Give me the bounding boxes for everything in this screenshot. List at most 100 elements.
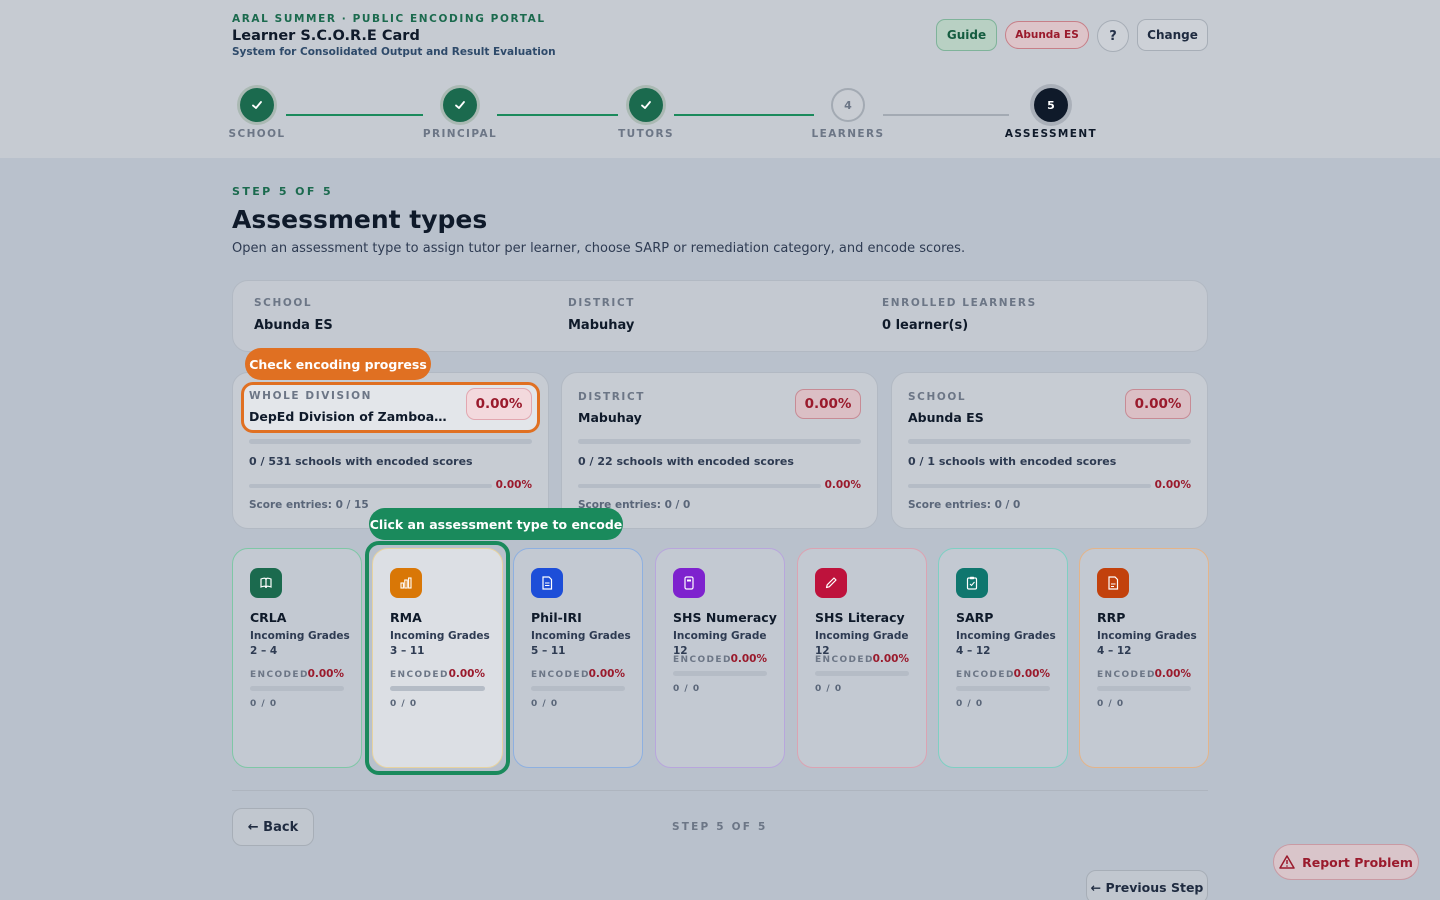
progress-bar bbox=[249, 439, 532, 444]
encoded-percent: 0.00% bbox=[1013, 668, 1050, 680]
guide-button[interactable]: Guide bbox=[936, 19, 997, 51]
step-connector bbox=[497, 114, 618, 116]
progress-card-name: Mabuhay bbox=[578, 410, 642, 425]
report-problem-button[interactable]: Report Problem bbox=[1273, 844, 1419, 880]
tip-check-progress: Check encoding progress bbox=[245, 348, 431, 380]
pencil-icon bbox=[825, 577, 837, 589]
info-district-label: DISTRICT bbox=[568, 297, 636, 309]
encoded-progress-bar bbox=[1097, 686, 1191, 691]
info-enrolled-label: ENROLLED LEARNERS bbox=[882, 297, 1037, 309]
progress-card-school: SCHOOL Abunda ES 0.00% 0 / 1 schools wit… bbox=[891, 372, 1208, 529]
encoded-percent: 0.00% bbox=[872, 653, 909, 665]
info-school: SCHOOL Abunda ES bbox=[254, 297, 333, 333]
step-school-circle[interactable] bbox=[240, 88, 274, 122]
encoded-percent: 0.00% bbox=[1154, 668, 1191, 680]
assessment-grades: Incoming Grades 4 – 12 bbox=[956, 630, 1056, 657]
encoded-label: ENCODED bbox=[673, 655, 732, 665]
assessment-card-sarp[interactable]: SARP Incoming Grades 4 – 12 ENCODED 0.00% 0 … bbox=[938, 548, 1068, 768]
encoded-count: 0 / 0 bbox=[250, 699, 278, 709]
progress-badge: 0.00% bbox=[795, 389, 861, 419]
info-district: DISTRICT Mabuhay bbox=[568, 297, 635, 333]
selected-assessment-highlight bbox=[365, 541, 510, 775]
file-icon-tile bbox=[1097, 568, 1129, 598]
assessment-card-phil-iri[interactable]: Phil-IRI Incoming Grades 5 – 11 ENCODED 0.0… bbox=[513, 548, 643, 768]
assessment-name: RRP bbox=[1097, 610, 1126, 625]
pencil-icon-tile bbox=[815, 568, 847, 598]
encoded-percent: 0.00% bbox=[730, 653, 767, 665]
step-label-school: SCHOOL bbox=[228, 128, 286, 140]
assessment-name: CRLA bbox=[250, 610, 287, 625]
assessment-name: SHS Literacy bbox=[815, 610, 905, 625]
division-progress-highlight[interactable]: WHOLE DIVISION DepEd Division of Zamboan… bbox=[241, 382, 540, 433]
file-icon bbox=[1108, 576, 1119, 590]
progress-bar bbox=[578, 439, 861, 444]
score-entries: Score entries: 0 / 15 bbox=[249, 499, 369, 511]
calculator-icon bbox=[684, 576, 694, 590]
encoded-progress-bar bbox=[956, 686, 1050, 691]
step-connector bbox=[674, 114, 814, 116]
info-enrolled-value: 0 learner(s) bbox=[882, 318, 969, 333]
schools-encoded-count: 0 / 531 schools with encoded scores bbox=[249, 455, 473, 468]
progress-card-label: DISTRICT bbox=[578, 391, 646, 403]
assessment-name: SHS Numeracy bbox=[673, 610, 777, 625]
encoded-count: 0 / 0 bbox=[673, 684, 701, 694]
help-button[interactable]: ? bbox=[1097, 20, 1129, 52]
step-label-principal: PRINCIPAL bbox=[422, 128, 498, 140]
encoded-count: 0 / 0 bbox=[815, 684, 843, 694]
step-learners-circle[interactable]: 4 bbox=[831, 88, 865, 122]
footer-step-count: STEP 5 OF 5 bbox=[672, 821, 768, 833]
progress-percent: 0.00% bbox=[495, 479, 532, 491]
assessment-grades: Incoming Grades 2 – 4 bbox=[250, 630, 350, 657]
progress-card-label: SCHOOL bbox=[908, 391, 967, 403]
assessment-card-crla[interactable]: CRLA Incoming Grades 2 – 4 ENCODED 0.00% 0 /… bbox=[232, 548, 362, 768]
schools-encoded-count: 0 / 1 schools with encoded scores bbox=[908, 455, 1117, 468]
step-assessment-circle[interactable]: 5 bbox=[1034, 88, 1068, 122]
encoded-progress-bar bbox=[250, 686, 344, 691]
progress-bar bbox=[908, 439, 1191, 444]
assessment-name: Phil-IRI bbox=[531, 610, 582, 625]
clipboard-icon bbox=[966, 576, 978, 590]
assessment-grades: Incoming Grades 4 – 12 bbox=[1097, 630, 1197, 657]
step-label-assessment: ASSESSMENT bbox=[1004, 128, 1098, 140]
encoded-percent: 0.00% bbox=[588, 668, 625, 680]
progress-bar bbox=[578, 484, 821, 488]
step-connector bbox=[286, 114, 423, 116]
encoded-label: ENCODED bbox=[1097, 670, 1156, 680]
back-button[interactable]: ← Back bbox=[232, 808, 314, 846]
encoded-label: ENCODED bbox=[531, 670, 590, 680]
report-problem-label: Report Problem bbox=[1302, 854, 1413, 870]
step-connector bbox=[883, 114, 1009, 116]
encoded-percent: 0.00% bbox=[307, 668, 344, 680]
step-tutors-circle[interactable] bbox=[629, 88, 663, 122]
app-title: Learner S.C.O.R.E Card bbox=[232, 28, 420, 44]
encoded-progress-bar bbox=[531, 686, 625, 691]
schools-encoded-count: 0 / 22 schools with encoded scores bbox=[578, 455, 794, 468]
assessment-card-rrp[interactable]: RRP Incoming Grades 4 – 12 ENCODED 0.00% 0 /… bbox=[1079, 548, 1209, 768]
school-chip[interactable]: Abunda ES bbox=[1005, 21, 1089, 49]
assessment-grades: Incoming Grades 5 – 11 bbox=[531, 630, 631, 657]
progress-card-name: DepEd Division of Zamboanga Sibugay bbox=[249, 409, 454, 424]
previous-step-button[interactable]: ← Previous Step bbox=[1086, 870, 1208, 900]
page-title: Assessment types bbox=[232, 205, 488, 234]
assessment-name: SARP bbox=[956, 610, 994, 625]
change-button[interactable]: Change bbox=[1137, 19, 1208, 51]
progress-badge: 0.00% bbox=[1125, 389, 1191, 419]
encoded-progress-bar bbox=[673, 671, 767, 676]
school-info-card: SCHOOL Abunda ES DISTRICT Mabuhay ENROLL… bbox=[232, 280, 1208, 352]
assessment-card-shs-literacy[interactable]: SHS Literacy Incoming Grade 12 ENCODED 0.00… bbox=[797, 548, 927, 768]
book-icon bbox=[260, 577, 272, 589]
progress-percent: 0.00% bbox=[1154, 479, 1191, 491]
step-principal-circle[interactable] bbox=[443, 88, 477, 122]
info-school-label: SCHOOL bbox=[254, 297, 313, 309]
check-icon bbox=[252, 101, 262, 109]
progress-badge: 0.00% bbox=[466, 388, 532, 420]
page-description: Open an assessment type to assign tutor … bbox=[232, 241, 966, 256]
info-district-value: Mabuhay bbox=[568, 318, 635, 333]
step-label-learners: LEARNERS bbox=[811, 128, 885, 140]
progress-card-label: WHOLE DIVISION bbox=[249, 390, 373, 402]
footer-divider bbox=[232, 790, 1208, 791]
portal-eyebrow: ARAL SUMMER · PUBLIC ENCODING PORTAL bbox=[232, 13, 546, 25]
assessment-card-shs-numeracy[interactable]: SHS Numeracy Incoming Grade 12 ENCODED 0.00… bbox=[655, 548, 785, 768]
info-enrolled: ENROLLED LEARNERS 0 learner(s) bbox=[882, 297, 1037, 333]
document-icon bbox=[542, 576, 553, 590]
